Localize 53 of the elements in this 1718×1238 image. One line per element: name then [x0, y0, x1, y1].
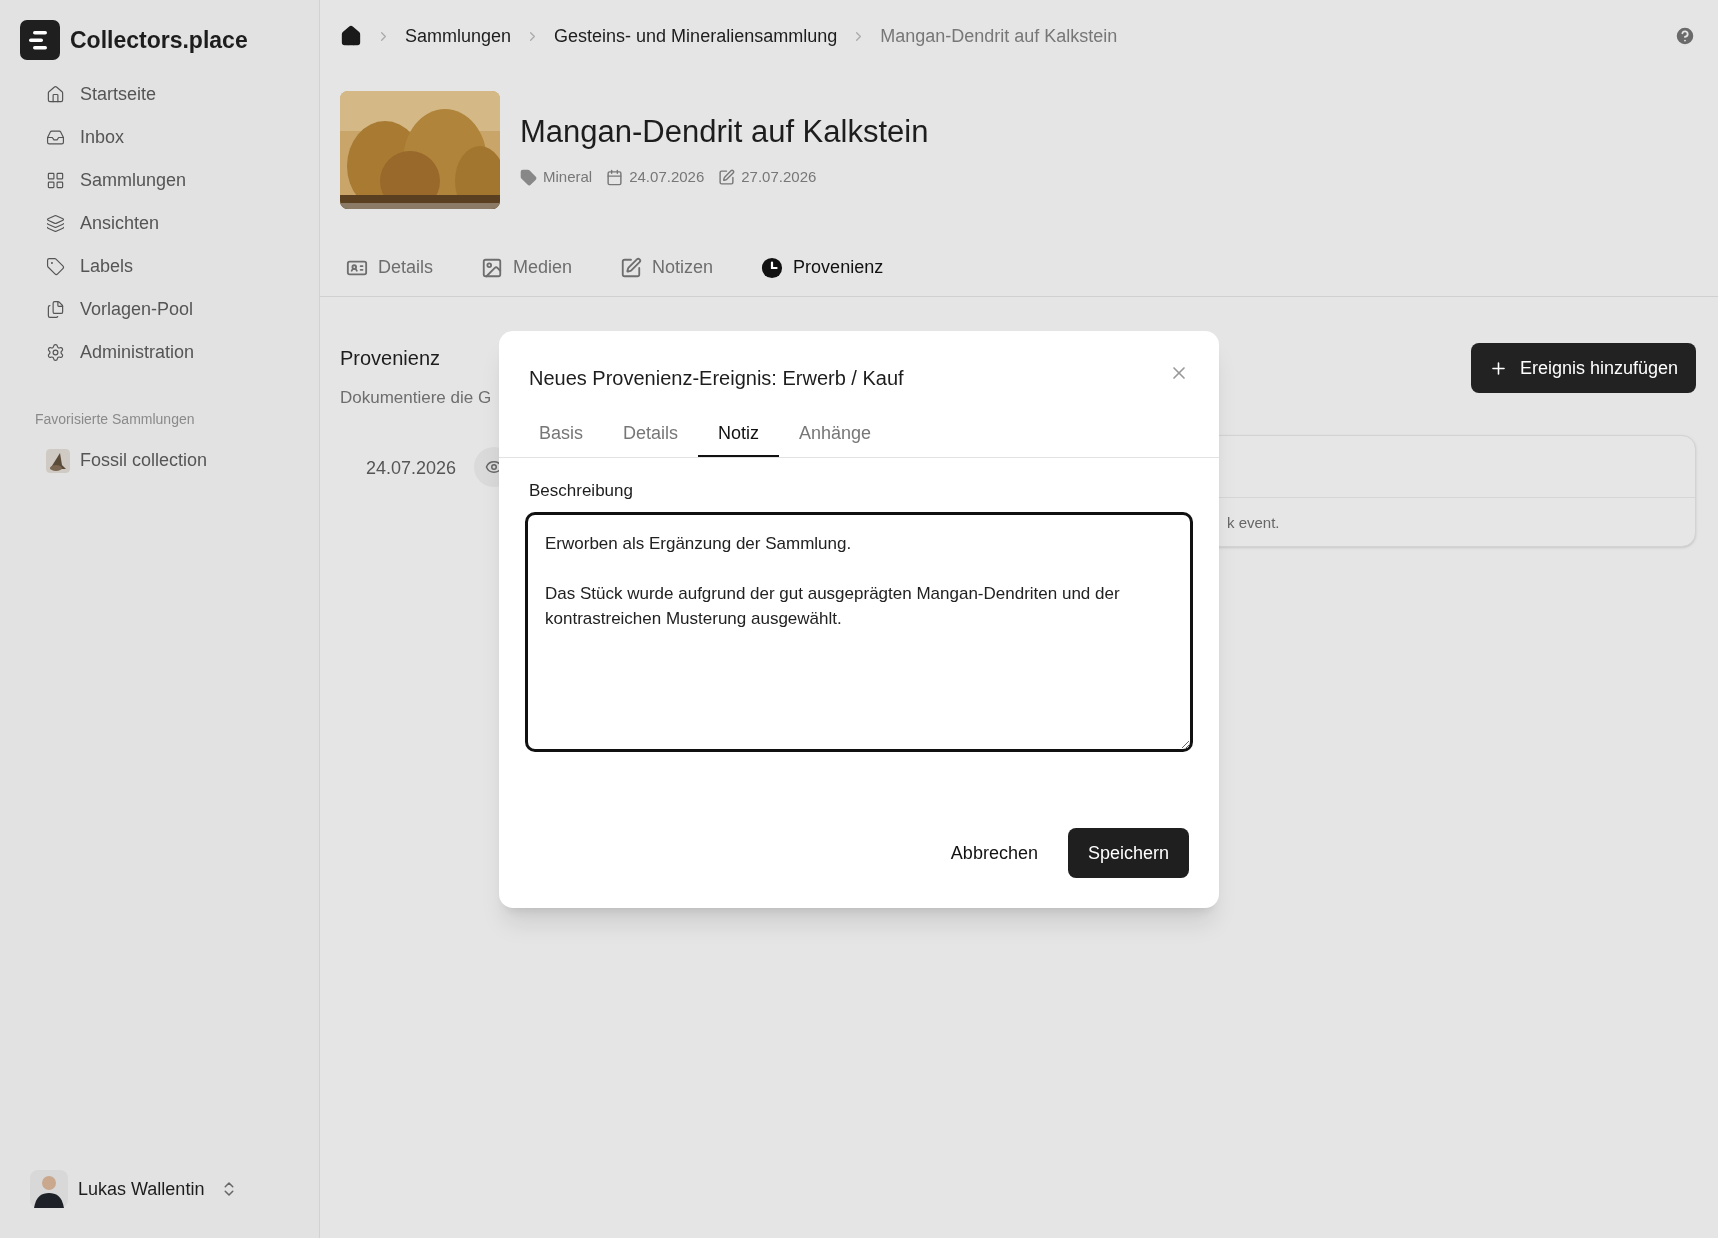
app-name: Collectors.place — [70, 25, 248, 55]
settings-icon — [46, 343, 65, 362]
sidebar-item[interactable]: Administration — [46, 336, 195, 369]
modified-date: 27.07.2026 — [741, 166, 817, 187]
calendar-icon — [606, 168, 624, 186]
pen-icon — [620, 256, 643, 279]
tab[interactable]: Medien — [481, 254, 573, 281]
add-event-button[interactable]: Ereignis hinzufügen — [1470, 343, 1696, 393]
home-icon[interactable] — [340, 25, 362, 47]
dialog-title: Neues Provenienz-Ereignis: Erwerb / Kauf — [529, 366, 904, 391]
grid-icon — [46, 171, 65, 190]
event-date: 24.07.2026 — [366, 456, 457, 480]
tab[interactable]: Provenienz — [761, 254, 884, 281]
tag-icon — [520, 168, 537, 186]
field-label: Beschreibung — [528, 480, 634, 502]
created-date: 24.07.2026 — [629, 166, 705, 187]
help-icon[interactable] — [1674, 25, 1696, 47]
sidebar-item[interactable]: Inbox — [46, 121, 125, 154]
tab[interactable]: Details — [346, 254, 434, 281]
breadcrumb-link[interactable]: Gesteins- und Mineraliensammlung — [554, 22, 838, 50]
layers-icon — [46, 214, 65, 233]
breadcrumb-link[interactable]: Sammlungen — [405, 22, 512, 50]
section-title: Provenienz — [340, 346, 442, 371]
inbox-icon — [46, 128, 65, 147]
logo-icon — [20, 20, 60, 60]
event-note: k event. — [1226, 512, 1281, 533]
clock-icon — [761, 256, 784, 279]
sidebar-item[interactable]: Ansichten — [46, 207, 160, 240]
avatar — [30, 1170, 68, 1208]
save-button[interactable]: Speichern — [1067, 828, 1189, 878]
home-icon — [46, 85, 65, 104]
dialog-tab[interactable]: Details — [603, 411, 699, 457]
dialog-tab[interactable]: Notiz — [698, 411, 780, 457]
dialog-tab[interactable]: Anhänge — [779, 411, 892, 457]
sidebar-item[interactable]: Sammlungen — [46, 164, 187, 197]
category-label: Mineral — [543, 166, 593, 187]
section-heading: Favorisierte Sammlungen — [34, 410, 196, 429]
cancel-button[interactable]: Abbrechen — [950, 839, 1038, 867]
description-field[interactable]: Erworben als Ergänzung der Sammlung. Das Stück wurde aufgrund der gut ausgeprägten Mangan-Dendriten und der kontrastreichen Musterung ausgewählt. — [525, 511, 1193, 752]
user-name: Lukas Wallentin — [78, 1177, 205, 1201]
image-icon — [481, 256, 504, 279]
sidebar-item[interactable]: Labels — [46, 250, 134, 283]
sidebar-item[interactable]: Startseite — [46, 78, 157, 111]
sidebar-item[interactable]: Vorlagen-Pool — [46, 293, 194, 326]
tag-icon — [46, 257, 65, 276]
breadcrumb-link[interactable]: Mangan-Dendrit auf Kalkstein — [880, 22, 1118, 50]
section-description: Dokumentiere die G — [340, 387, 493, 409]
dialog-tab[interactable]: Basis — [519, 411, 603, 457]
edit-icon — [718, 168, 736, 186]
favorite-collection[interactable]: Fossil collection — [46, 444, 208, 477]
tab[interactable]: Notizen — [620, 254, 714, 281]
files-icon — [46, 300, 65, 319]
item-title: Mangan-Dendrit auf Kalkstein — [520, 113, 929, 151]
